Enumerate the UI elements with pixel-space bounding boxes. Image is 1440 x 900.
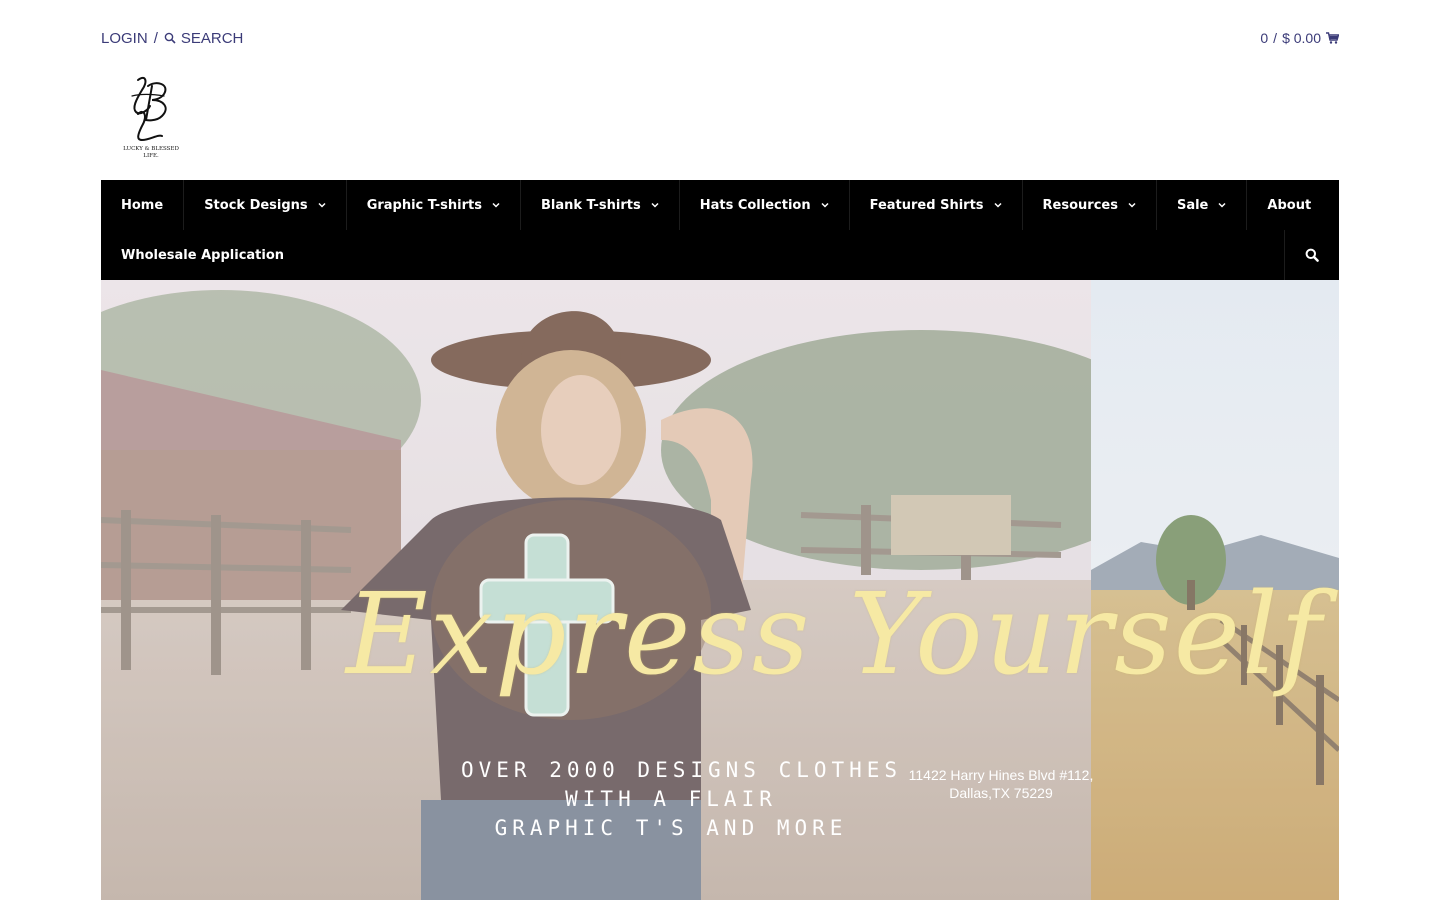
hero-banner[interactable]: Express Yourself OVER 2000 DESIGNS CLOTH… <box>101 280 1339 900</box>
nav-label: Blank T-shirts <box>540 197 641 213</box>
nav-label: Home <box>121 197 164 213</box>
login-link[interactable]: LOGIN <box>101 30 148 47</box>
nav-row-secondary: Wholesale Application <box>101 230 1339 280</box>
lbl-monogram-logo-icon: LUCKY & BLESSED LIFE. <box>123 76 179 159</box>
site-logo[interactable]: LUCKY & BLESSED LIFE. <box>118 72 184 162</box>
nav-label: Sale <box>1176 197 1209 213</box>
nav-item-home[interactable]: Home <box>101 180 185 230</box>
account-links: LOGIN / SEARCH <box>101 30 243 47</box>
chevron-down-icon <box>1218 202 1226 208</box>
nav-search-button[interactable] <box>1284 230 1339 280</box>
nav-label: Hats Collection <box>699 197 811 213</box>
nav-label: Stock Designs <box>204 197 308 213</box>
hero-title: Express Yourself <box>346 570 1324 700</box>
nav-label: Wholesale Application <box>121 247 285 263</box>
hero-line: OVER 2000 DESIGNS CLOTHES <box>461 758 903 782</box>
cart-total: $ 0.00 <box>1282 30 1321 46</box>
main-nav: Home Stock Designs Graphic T-shirts Blan… <box>101 180 1339 280</box>
svg-text:LUCKY & BLESSED: LUCKY & BLESSED <box>123 146 179 152</box>
top-bar: LOGIN / SEARCH 0 / $ 0.00 <box>101 26 1339 50</box>
chevron-down-icon <box>994 202 1002 208</box>
nav-label: Graphic T-shirts <box>366 197 482 213</box>
nav-item-sale[interactable]: Sale <box>1157 180 1248 230</box>
nav-item-featured-shirts[interactable]: Featured Shirts <box>850 180 1023 230</box>
nav-item-stock-designs[interactable]: Stock Designs <box>184 180 347 230</box>
nav-label: Resources <box>1042 197 1118 213</box>
nav-item-resources[interactable]: Resources <box>1023 180 1157 230</box>
search-link[interactable]: SEARCH <box>164 29 244 47</box>
chevron-down-icon <box>651 202 659 208</box>
address-line-2: Dallas,TX 75229 <box>949 785 1053 801</box>
hero-line: WITH A FLAIR <box>565 787 777 811</box>
search-icon <box>1305 248 1319 262</box>
nav-label: About <box>1267 197 1312 213</box>
chevron-down-icon <box>1128 202 1136 208</box>
cart-separator: / <box>1273 30 1278 46</box>
nav-label: Featured Shirts <box>869 197 984 213</box>
nav-item-graphic-tshirts[interactable]: Graphic T-shirts <box>347 180 521 230</box>
nav-row-primary: Home Stock Designs Graphic T-shirts Blan… <box>101 180 1339 230</box>
address-line-1: 11422 Harry Hines Blvd #112, <box>908 767 1094 783</box>
store-address: 11422 Harry Hines Blvd #112, Dallas,TX 7… <box>901 766 1101 802</box>
nav-item-about[interactable]: About <box>1247 180 1331 230</box>
search-label: SEARCH <box>180 29 244 47</box>
cart-link[interactable]: 0 / $ 0.00 <box>1260 30 1339 46</box>
nav-item-blank-tshirts[interactable]: Blank T-shirts <box>521 180 680 230</box>
hero-line: GRAPHIC T'S AND MORE <box>494 816 848 840</box>
nav-item-hats-collection[interactable]: Hats Collection <box>680 180 850 230</box>
svg-text:LIFE.: LIFE. <box>143 153 159 159</box>
hero-tagline: OVER 2000 DESIGNS CLOTHES WITH A FLAIR G… <box>461 756 903 843</box>
page: LOGIN / SEARCH 0 / $ 0.00 LUCKY & BLESSE… <box>0 0 1440 900</box>
chevron-down-icon <box>492 202 500 208</box>
nav-item-wholesale-application[interactable]: Wholesale Application <box>101 230 304 280</box>
separator: / <box>153 29 158 47</box>
cart-icon <box>1326 32 1339 44</box>
chevron-down-icon <box>821 202 829 208</box>
cart-count: 0 <box>1260 30 1269 46</box>
search-icon <box>164 32 176 44</box>
chevron-down-icon <box>318 202 326 208</box>
